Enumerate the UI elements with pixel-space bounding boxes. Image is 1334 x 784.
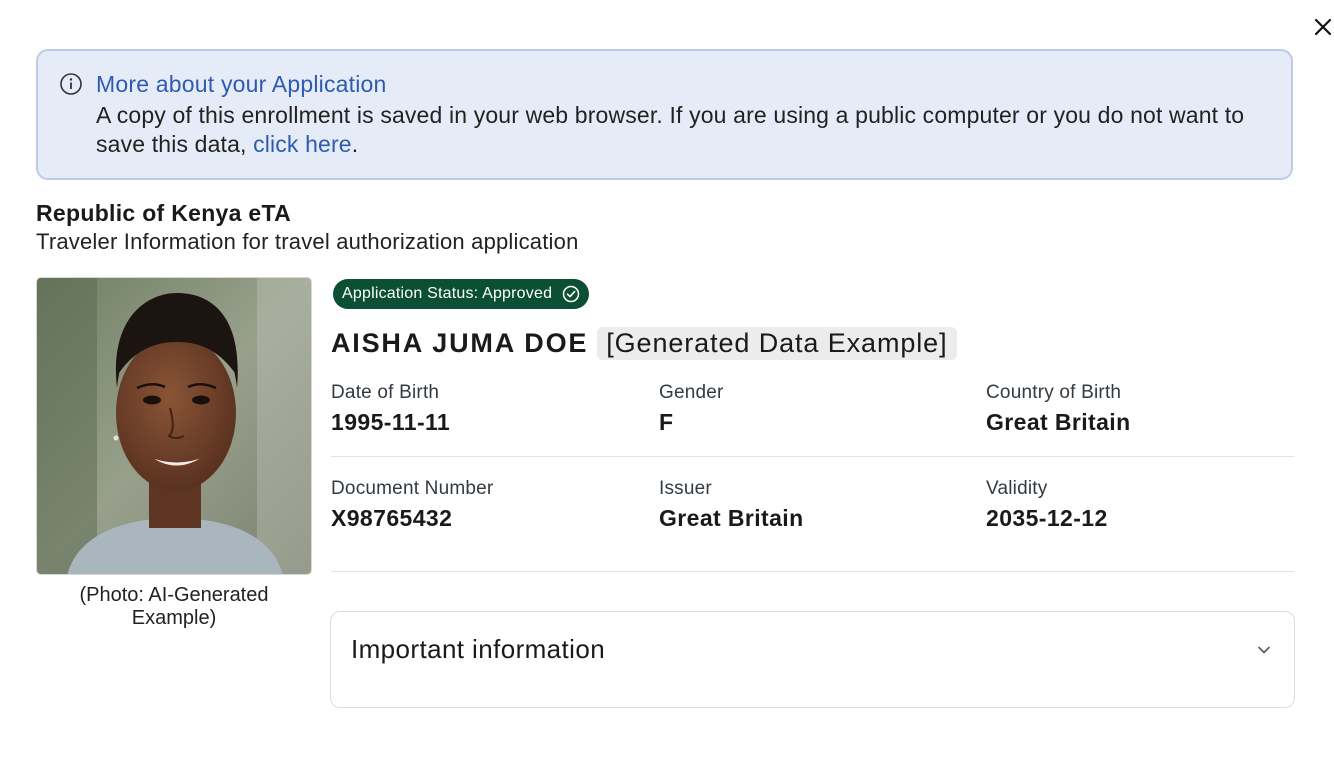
banner-title: More about your Application (96, 71, 387, 97)
application-dialog: More about your Application A copy of th… (0, 0, 1334, 784)
field-label: Country of Birth (986, 382, 1122, 403)
field-value: Great Britain (659, 505, 804, 531)
field-value: X98765432 (331, 505, 453, 531)
info-circle-icon (59, 72, 83, 96)
banner-text-end: . (351, 131, 359, 157)
field-value: F (659, 409, 674, 435)
status-label: Application Status: Approved (342, 285, 553, 302)
field-country-of-birth: Country of Birth Great Britain (986, 382, 1131, 436)
generated-data-tag: [Generated Data Example] (597, 327, 957, 360)
divider (331, 456, 1294, 457)
accordion-title: Important information (351, 634, 606, 664)
traveler-photo (36, 277, 312, 575)
banner-text: A copy of this enrollment is saved in yo… (96, 101, 1276, 159)
traveler-name: AISHA JUMA DOE (331, 328, 589, 358)
status-badge: Application Status: Approved (333, 279, 589, 309)
check-circle-icon (562, 285, 580, 303)
field-issuer: Issuer Great Britain (659, 478, 804, 532)
field-value: 2035-12-12 (986, 505, 1108, 531)
close-icon[interactable] (1310, 14, 1334, 40)
field-value: Great Britain (986, 409, 1131, 435)
important-information-accordion[interactable]: Important information (330, 611, 1295, 708)
field-validity: Validity 2035-12-12 (986, 478, 1108, 532)
chevron-down-icon[interactable] (1256, 642, 1272, 663)
field-label: Gender (659, 382, 724, 403)
field-label: Validity (986, 478, 1048, 499)
traveler-name-row: AISHA JUMA DOE [Generated Data Example] (331, 327, 957, 360)
field-date-of-birth: Date of Birth 1995-11-11 (331, 382, 450, 436)
field-gender: Gender F (659, 382, 724, 436)
field-label: Issuer (659, 478, 712, 499)
field-value: 1995-11-11 (331, 409, 451, 435)
field-label: Document Number (331, 478, 494, 499)
field-document-number: Document Number X98765432 (331, 478, 493, 532)
photo-caption: (Photo: AI-Generated Example) (79, 584, 269, 629)
info-banner: More about your Application A copy of th… (36, 49, 1293, 180)
divider (331, 571, 1294, 572)
field-label: Date of Birth (331, 382, 440, 403)
clear-data-link[interactable]: click here (253, 131, 352, 157)
page-subtitle: Traveler Information for travel authoriz… (36, 229, 579, 254)
page-title: Republic of Kenya eTA (36, 200, 292, 226)
